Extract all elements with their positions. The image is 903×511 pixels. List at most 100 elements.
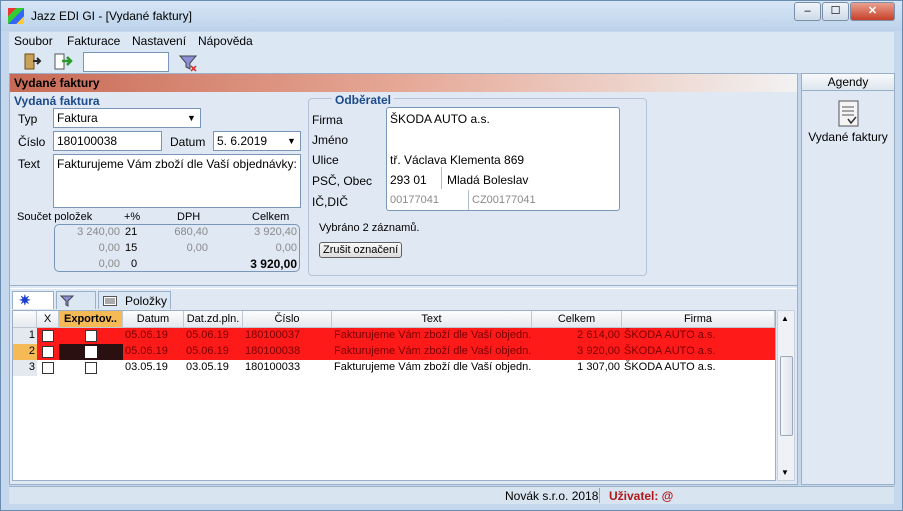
sum-dph: 0,00 bbox=[186, 242, 208, 254]
cell-firm: ŠKODA AUTO a.s. bbox=[624, 329, 716, 341]
filter-icon bbox=[60, 295, 75, 307]
agenda-item[interactable]: Vydané faktury bbox=[802, 100, 894, 144]
app-window: Jazz EDI GI - [Vydané faktury] – ☐ ✕ Sou… bbox=[0, 0, 903, 511]
grid-header-text[interactable]: Text bbox=[332, 311, 532, 328]
cell-total: 3 920,00 bbox=[577, 345, 620, 357]
sum-dph: 680,40 bbox=[174, 226, 208, 238]
date-label: Datum bbox=[170, 135, 206, 149]
table-row[interactable]: 1 05.06.19 05.06.19 180100037 Fakturujem… bbox=[13, 328, 775, 344]
number-field[interactable]: 180100038 bbox=[53, 131, 162, 151]
cell-firm: ŠKODA AUTO a.s. bbox=[624, 345, 716, 357]
ic-divider bbox=[468, 190, 469, 210]
list-icon bbox=[103, 296, 117, 306]
menu-bar: Soubor Fakturace Nastavení Nápověda bbox=[9, 32, 894, 50]
row-export-checkbox[interactable] bbox=[85, 346, 97, 358]
grid-header-firm[interactable]: Firma bbox=[622, 311, 775, 328]
invoice-group-title: Vydaná faktura bbox=[14, 94, 100, 108]
type-value: Faktura bbox=[57, 111, 98, 125]
minimize-button[interactable]: – bbox=[794, 2, 821, 21]
cell-date: 05.06.19 bbox=[125, 329, 168, 341]
agenda-item-label: Vydané faktury bbox=[808, 130, 888, 144]
scroll-down-icon[interactable]: ▼ bbox=[781, 468, 789, 477]
table-row[interactable]: 3 03.05.19 03.05.19 180100033 Fakturujem… bbox=[13, 360, 775, 376]
title-bar: Jazz EDI GI - [Vydané faktury] – ☐ ✕ bbox=[1, 1, 902, 31]
dic-value[interactable]: CZ00177041 bbox=[472, 194, 536, 206]
date-value: 5. 6.2019 bbox=[217, 134, 268, 148]
zip-value[interactable]: 293 01 bbox=[390, 173, 427, 187]
cell-text: Fakturujeme Vám zboží dle Vaší objedn... bbox=[334, 329, 532, 341]
text-field[interactable]: Fakturujeme Vám zboží dle Vaší objednávk… bbox=[53, 154, 301, 208]
tab-items[interactable]: Položky bbox=[98, 291, 171, 309]
main-panel: Vydané faktury Vydaná faktura Typ Faktur… bbox=[9, 73, 798, 485]
street-label: Ulice bbox=[312, 153, 339, 167]
sum-base: 0,00 bbox=[98, 258, 120, 270]
cell-total: 1 307,00 bbox=[577, 361, 620, 373]
tab-filter[interactable] bbox=[56, 291, 96, 309]
agenda-header: Agendy bbox=[802, 74, 894, 91]
search-input[interactable] bbox=[83, 52, 169, 72]
maximize-button[interactable]: ☐ bbox=[822, 2, 849, 21]
user-status: Uživatel: @ bbox=[609, 489, 674, 503]
chevron-down-icon[interactable]: ▼ bbox=[184, 110, 199, 126]
grid-header-number[interactable]: Číslo bbox=[243, 311, 332, 328]
agenda-sidebar: Agendy Vydané faktury bbox=[801, 73, 895, 485]
menu-nastaveni[interactable]: Nastavení bbox=[132, 34, 186, 48]
sum-base: 0,00 bbox=[98, 242, 120, 254]
firm-value[interactable]: ŠKODA AUTO a.s. bbox=[390, 112, 490, 126]
grid-header-x[interactable]: X bbox=[37, 311, 59, 328]
menu-soubor[interactable]: Soubor bbox=[14, 34, 53, 48]
row-number: 3 bbox=[13, 360, 37, 376]
tab-all[interactable]: ✷ bbox=[12, 291, 54, 309]
ic-value[interactable]: 00177041 bbox=[390, 194, 439, 206]
row-export-checkbox[interactable] bbox=[85, 362, 97, 374]
grid-header-taxdate[interactable]: Dat.zd.pln. bbox=[184, 311, 243, 328]
zip-label: PSČ, Obec bbox=[312, 174, 373, 188]
import-icon[interactable] bbox=[52, 52, 74, 72]
selection-count: Vybráno 2 záznamů. bbox=[319, 222, 420, 234]
sum-total: 0,00 bbox=[275, 242, 297, 254]
cell-taxdate: 03.05.19 bbox=[186, 361, 229, 373]
grid-header-export[interactable]: Exportov.. bbox=[59, 311, 123, 328]
clear-selection-button[interactable]: Zrušit označení bbox=[319, 242, 403, 258]
row-select-checkbox[interactable] bbox=[42, 330, 54, 342]
splitter[interactable] bbox=[10, 285, 797, 289]
close-button[interactable]: ✕ bbox=[850, 2, 895, 21]
date-picker[interactable]: 5. 6.2019 ▼ bbox=[213, 131, 301, 151]
sum-header-dph: DPH bbox=[177, 211, 201, 223]
row-select-checkbox[interactable] bbox=[42, 346, 54, 358]
number-label: Číslo bbox=[18, 135, 46, 149]
grand-total: 3 920,00 bbox=[250, 257, 297, 271]
chevron-down-icon[interactable]: ▼ bbox=[284, 133, 299, 149]
exit-icon[interactable] bbox=[21, 52, 43, 72]
cell-total: 2 614,00 bbox=[577, 329, 620, 341]
row-number: 2 bbox=[13, 344, 37, 360]
city-value[interactable]: Mladá Boleslav bbox=[447, 173, 528, 187]
cell-firm: ŠKODA AUTO a.s. bbox=[624, 361, 716, 373]
scroll-thumb[interactable] bbox=[780, 356, 793, 436]
menu-napoveda[interactable]: Nápověda bbox=[198, 34, 253, 48]
asterisk-icon: ✷ bbox=[19, 292, 31, 308]
row-export-checkbox[interactable] bbox=[85, 330, 97, 342]
row-number: 1 bbox=[13, 328, 37, 344]
firm-label: Firma bbox=[312, 113, 343, 127]
street-value[interactable]: tř. Václava Klementa 869 bbox=[390, 153, 524, 167]
grid-header-date[interactable]: Datum bbox=[123, 311, 184, 328]
company-status: Novák s.r.o. 2018 bbox=[505, 489, 599, 503]
cell-date: 03.05.19 bbox=[125, 361, 168, 373]
status-bar: Novák s.r.o. 2018 Uživatel: @ bbox=[9, 486, 894, 504]
table-row[interactable]: 2 05.06.19 05.06.19 180100038 Fakturujem… bbox=[13, 344, 775, 360]
menu-fakturace[interactable]: Fakturace bbox=[67, 34, 120, 48]
filter-icon[interactable] bbox=[177, 52, 199, 72]
zip-divider bbox=[441, 167, 442, 189]
status-divider bbox=[599, 488, 600, 503]
grid-scrollbar[interactable]: ▲ ▼ bbox=[777, 310, 795, 481]
scroll-up-icon[interactable]: ▲ bbox=[781, 314, 789, 323]
invoice-icon bbox=[838, 100, 859, 127]
sum-header-total: Celkem bbox=[252, 211, 290, 223]
type-select[interactable]: Faktura ▼ bbox=[53, 108, 201, 128]
row-select-checkbox[interactable] bbox=[42, 362, 54, 374]
sum-header-pct: +% bbox=[124, 211, 141, 223]
cell-taxdate: 05.06.19 bbox=[186, 329, 229, 341]
grid-header-total[interactable]: Celkem bbox=[532, 311, 622, 328]
cell-number: 180100037 bbox=[245, 329, 301, 341]
